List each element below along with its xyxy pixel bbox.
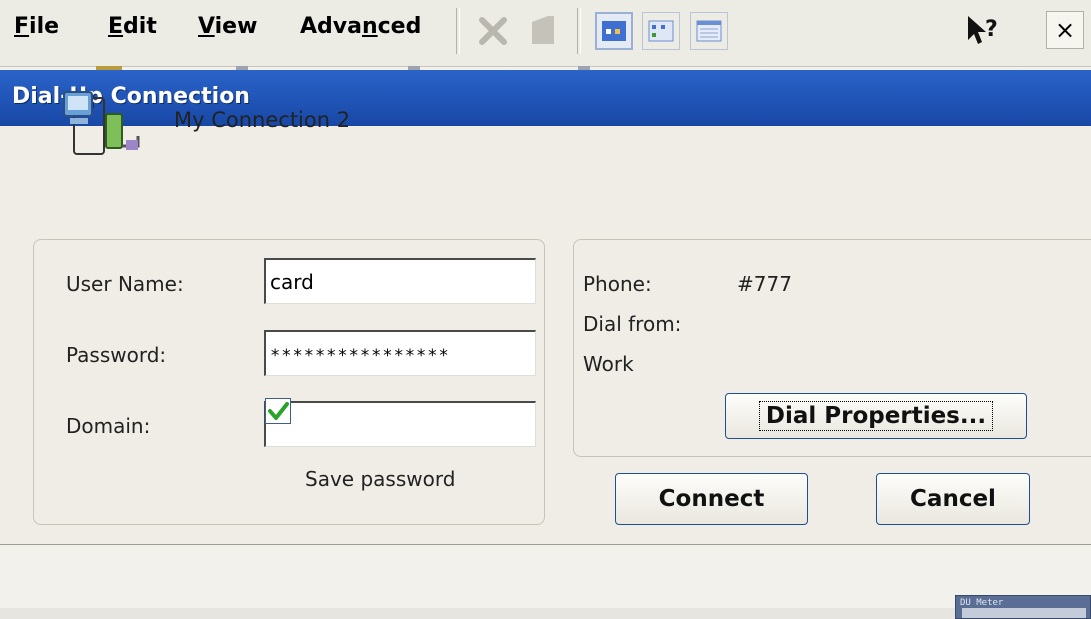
svg-text:?: ? — [985, 17, 998, 42]
password-label: Password: — [66, 343, 167, 367]
save-password-label[interactable]: Save password — [305, 467, 455, 491]
background-stripe — [0, 608, 1091, 619]
save-password-checkbox[interactable] — [265, 398, 291, 424]
dial-from-value: Work — [583, 352, 634, 376]
large-icons-view-icon[interactable] — [595, 12, 633, 50]
menu-view[interactable]: View — [198, 14, 257, 39]
details-view-icon[interactable] — [690, 12, 728, 50]
cancel-button[interactable]: Cancel — [876, 473, 1030, 525]
delete-icon[interactable] — [474, 12, 512, 50]
small-icons-view-icon[interactable] — [642, 12, 680, 50]
dial-from-label: Dial from: — [583, 312, 682, 336]
taskbar-thumbnail[interactable]: DU Meter — [955, 595, 1091, 619]
menu-edit[interactable]: Edit — [108, 14, 157, 39]
check-icon — [268, 402, 289, 420]
phone-value: #777 — [737, 272, 792, 296]
dialog-titlebar: Dial-Up Connection — [0, 70, 1091, 126]
domain-label: Domain: — [66, 414, 151, 438]
toolbar-separator — [577, 8, 581, 54]
menu-file[interactable]: File — [14, 14, 59, 39]
dial-properties-button[interactable]: Dial Properties... — [725, 393, 1027, 439]
password-field[interactable] — [264, 330, 536, 376]
close-button[interactable]: × — [1046, 11, 1084, 49]
thumbnail-panel — [962, 608, 1086, 618]
properties-icon[interactable] — [524, 12, 562, 50]
connect-button[interactable]: Connect — [615, 473, 808, 525]
user-name-label: User Name: — [66, 272, 184, 296]
menubar: File Edit View Advanced ? × — [0, 0, 1091, 67]
toolbar-separator — [456, 8, 460, 54]
help-cursor-icon[interactable]: ? — [960, 10, 1004, 54]
thumbnail-title: DU Meter — [960, 598, 1004, 608]
domain-field[interactable] — [264, 401, 536, 447]
menu-advanced[interactable]: Advanced — [300, 14, 421, 39]
phone-label: Phone: — [583, 272, 652, 296]
dial-up-connection-icon — [62, 88, 142, 160]
connection-name: My Connection 2 — [174, 108, 351, 132]
user-name-field[interactable] — [264, 258, 536, 304]
